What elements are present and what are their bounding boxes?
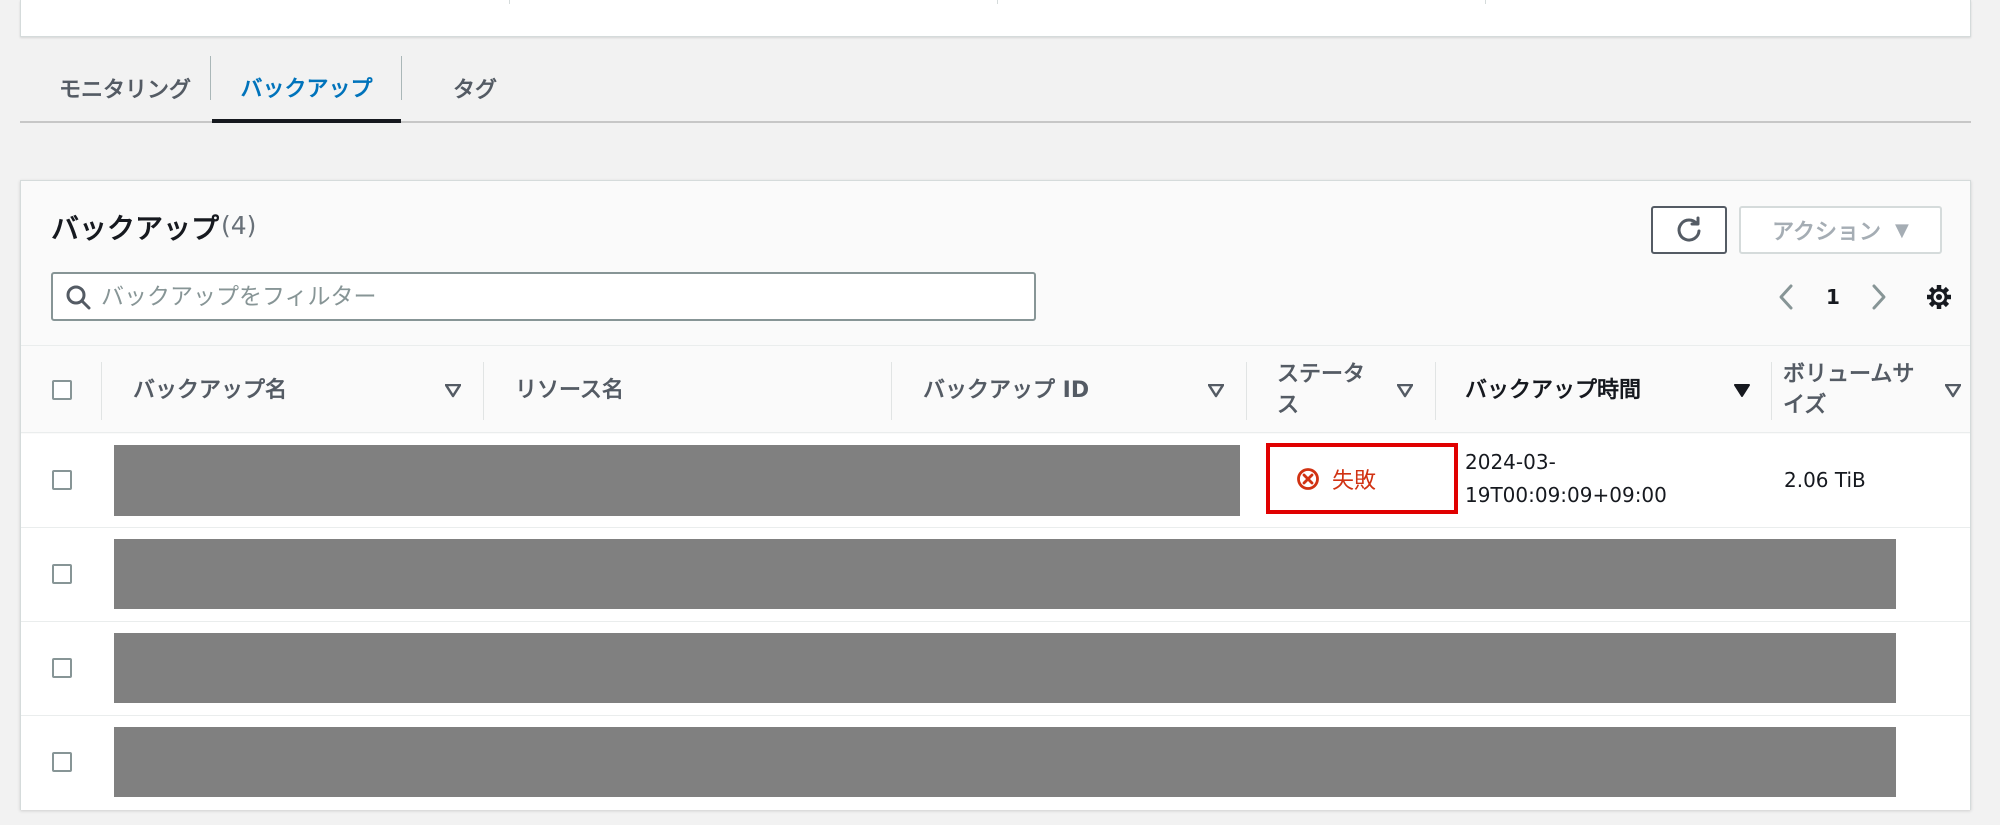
column-separator [891, 362, 892, 420]
row-checkbox[interactable] [52, 564, 72, 584]
column-backup-time[interactable]: バックアップ時間 [1465, 346, 1695, 434]
search-box[interactable] [51, 272, 1036, 321]
gear-icon [1927, 285, 1951, 309]
row-checkbox[interactable] [52, 752, 72, 772]
panel-title: バックアップ [51, 212, 220, 245]
redacted-row [114, 539, 1896, 609]
sort-icon[interactable] [1945, 384, 1961, 398]
table-row[interactable] [21, 528, 1970, 622]
backup-count: (4) [221, 211, 257, 240]
redacted-row [114, 727, 1896, 797]
column-separator [1435, 362, 1436, 420]
chevron-left-icon [1779, 284, 1793, 310]
column-status-line2: ス [1277, 393, 1300, 418]
row-checkbox[interactable] [52, 470, 72, 490]
redacted-row [114, 633, 1896, 703]
column-volume-size-line2: イズ [1783, 393, 1827, 418]
tab-monitoring[interactable]: モニタリング [40, 54, 210, 121]
backup-time-line1: 2024-03- [1465, 450, 1556, 474]
refresh-button[interactable] [1651, 206, 1727, 254]
table-row[interactable]: 2024-03- 19T00:09:09+09:00 2.06 TiB [21, 434, 1970, 528]
page-number[interactable]: 1 [1818, 279, 1848, 315]
backup-panel: バックアップ (4) アクション ▼ 1 [20, 180, 1971, 810]
summary-divider [509, 0, 510, 4]
caret-down-icon: ▼ [1895, 219, 1909, 241]
preferences-button[interactable] [1919, 279, 1959, 315]
sort-icon[interactable] [1397, 384, 1413, 398]
next-page-button[interactable] [1864, 279, 1894, 315]
tab-separator [210, 56, 211, 100]
tab-separator [401, 56, 402, 100]
row-checkbox[interactable] [52, 658, 72, 678]
backup-time-cell: 2024-03- 19T00:09:09+09:00 [1465, 446, 1667, 512]
column-backup-id[interactable]: バックアップ ID [923, 346, 1143, 434]
tab-bar: モニタリング バックアップ タグ [20, 54, 1971, 123]
column-separator [483, 362, 484, 420]
column-volume-size-line1: ボリュームサ [1783, 362, 1915, 387]
table-row[interactable] [21, 622, 1970, 716]
volume-size-cell: 2.06 TiB [1784, 468, 1866, 492]
sort-descending-icon[interactable] [1734, 384, 1750, 398]
column-separator [1246, 362, 1247, 420]
summary-divider [1485, 0, 1486, 4]
actions-button[interactable]: アクション ▼ [1739, 206, 1942, 254]
status-failed-highlight: 失敗 [1266, 443, 1458, 514]
search-icon [66, 285, 91, 309]
actions-label: アクション [1772, 220, 1882, 245]
column-status-line1: ステータ [1277, 362, 1366, 387]
redacted-cells [114, 445, 1240, 516]
search-input[interactable] [101, 283, 1001, 310]
chevron-right-icon [1872, 284, 1886, 310]
backup-time-line2: 19T00:09:09+09:00 [1465, 483, 1667, 507]
select-all-checkbox[interactable] [52, 380, 72, 400]
tab-tags[interactable]: タグ [420, 54, 530, 121]
column-separator [1771, 362, 1772, 420]
status-text: 失敗 [1332, 468, 1377, 494]
column-resource-name[interactable]: リソース名 [515, 346, 715, 434]
tab-backup[interactable]: バックアップ [212, 54, 401, 123]
summary-panel [20, 0, 1971, 37]
error-icon [1297, 467, 1319, 490]
column-separator [101, 362, 102, 420]
column-volume-size[interactable]: ボリュームサ イズ [1783, 346, 1933, 434]
sort-icon[interactable] [1208, 384, 1224, 398]
summary-divider [997, 0, 998, 4]
prev-page-button[interactable] [1771, 279, 1801, 315]
table-header: バックアップ名 リソース名 バックアップ ID ステータ ス バックアップ時間 … [21, 345, 1970, 433]
column-backup-name[interactable]: バックアップ名 [133, 346, 373, 434]
column-status[interactable]: ステータ ス [1277, 346, 1387, 434]
table-row[interactable] [21, 716, 1970, 810]
refresh-icon [1677, 216, 1701, 242]
sort-icon[interactable] [445, 384, 461, 398]
